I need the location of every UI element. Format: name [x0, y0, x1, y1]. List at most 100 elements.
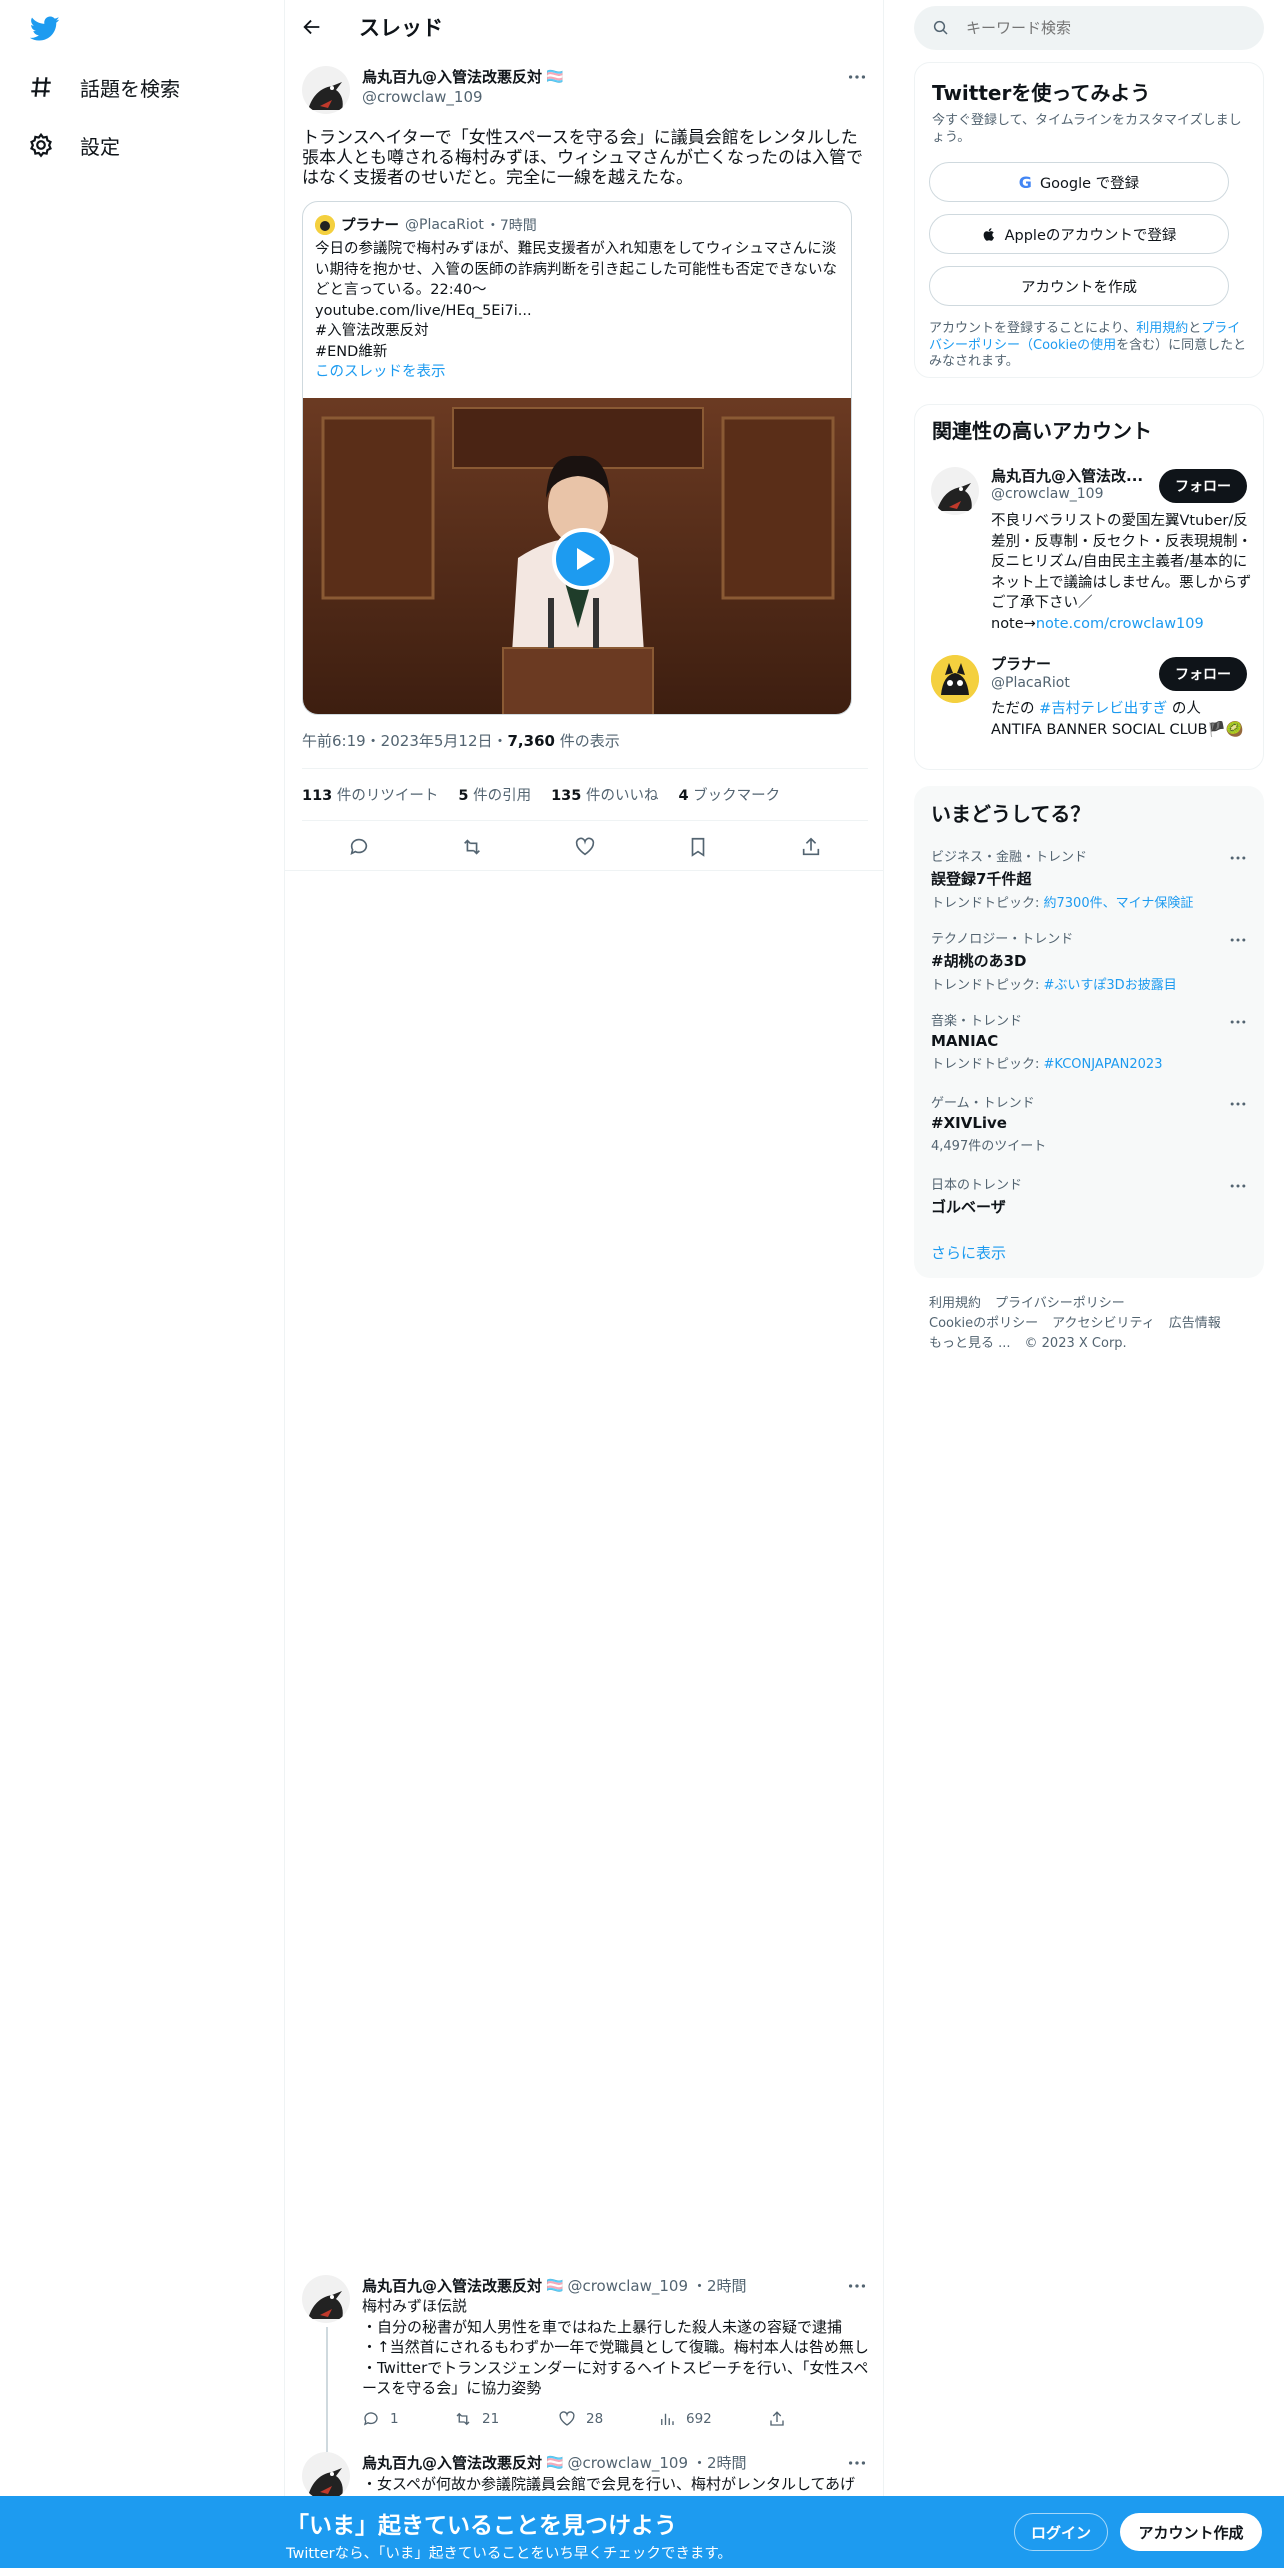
related-bio-link[interactable]: #吉村テレビ出すぎ [1039, 701, 1167, 717]
author-handle[interactable]: @crowclaw_109 [362, 88, 483, 106]
tweet-timestamp[interactable]: 午前6:19・2023年5月12日・ [302, 732, 508, 750]
nav-explore[interactable]: 話題を検索 [28, 59, 180, 115]
play-icon[interactable] [552, 528, 614, 590]
more-icon[interactable] [846, 66, 868, 88]
quote-avatar [315, 214, 335, 235]
video-player[interactable] [303, 398, 851, 714]
right-sidebar: Twitterを使ってみよう 今すぐ登録して、タイムラインをカスタマイズしましょ… [914, 0, 1264, 1400]
related-handle[interactable]: @PlacaRiot [991, 675, 1070, 691]
footer-link[interactable]: Cookieのポリシー [929, 1314, 1038, 1334]
reply-author-name[interactable]: 烏丸百九@入管法改悪反対 [362, 2452, 542, 2473]
reply-avatar[interactable] [302, 2452, 350, 2500]
twitter-logo-icon[interactable] [30, 16, 60, 42]
nav-settings[interactable]: 設定 [28, 117, 120, 173]
quote-stat[interactable]: 5 件の引用 [458, 784, 531, 805]
create-account-button[interactable]: アカウントを作成 [929, 266, 1229, 306]
trend-sub-link[interactable]: 約7300件、マイナ保険証 [1044, 896, 1194, 911]
reply-time[interactable]: ・2時間 [692, 2275, 747, 2296]
related-bio-link[interactable]: note.com/crowclaw109 [1036, 616, 1204, 632]
reply-like-action[interactable]: 28 [558, 2410, 658, 2428]
reply-reply-action[interactable]: 1 [362, 2410, 454, 2428]
bottom-signup-bar: 「いま」起きていることを見つけよう Twitterなら、「いま」起きていることを… [0, 2496, 1284, 2568]
more-icon[interactable] [846, 2275, 868, 2297]
related-name[interactable]: プラナー [991, 653, 1051, 674]
terms-link[interactable]: 利用規約 [1136, 321, 1188, 336]
trend-item[interactable]: テクノロジー・トレンド #胡桃のあ3D トレンドトピック: #ぶいすぽ3Dお披露… [931, 928, 1251, 993]
bookmark-stat[interactable]: 4 ブックマーク [678, 784, 780, 805]
author-name-row[interactable]: 烏丸百九@入管法改悪反対 🏳️‍⚧️ [362, 66, 563, 87]
trend-item[interactable]: ビジネス・金融・トレンド 誤登録7千件超 トレンドトピック: 約7300件、マイ… [931, 846, 1251, 911]
trend-item[interactable]: 日本のトレンド ゴルベーザ [931, 1174, 1251, 1217]
author-avatar[interactable] [302, 66, 350, 114]
more-icon[interactable] [1228, 930, 1250, 952]
related-handle[interactable]: @crowclaw_109 [991, 486, 1104, 502]
show-thread-link[interactable]: このスレッドを表示 [315, 360, 446, 381]
footer-more-link[interactable]: もっと見る ... [929, 1334, 1011, 1354]
like-stat[interactable]: 135 件のいいね [551, 784, 658, 805]
more-icon[interactable] [1228, 1176, 1250, 1198]
reply-views-action[interactable]: 692 [658, 2410, 768, 2428]
bottom-bar-subtitle: Twitterなら、「いま」起きていることをいち早くチェックできます。 [286, 2546, 732, 2562]
like-label: 件のいいね [581, 788, 659, 804]
share-icon[interactable] [800, 836, 822, 858]
related-avatar[interactable] [931, 655, 979, 703]
create-account-label: アカウントを作成 [1021, 279, 1137, 296]
google-signup-button[interactable]: G Google で登録 [929, 162, 1229, 202]
reply-text-line: ・女スペが何故か参議院議員会館で会見を行い、梅村がレンタルしてあげ [362, 2475, 856, 2493]
reply-text-line: ・Twitterでトランスジェンダーに対するヘイトスピーチを行い、「女性スペース… [362, 2358, 869, 2398]
footer-link[interactable]: 利用規約 [929, 1294, 981, 1314]
search-input[interactable] [966, 19, 1246, 37]
retweet-icon[interactable] [461, 836, 483, 858]
footer-link[interactable]: アクセシビリティ [1052, 1314, 1155, 1334]
trend-sub-link[interactable]: #KCONJAPAN2023 [1044, 1057, 1163, 1072]
login-button[interactable]: ログイン [1014, 2513, 1108, 2551]
more-icon[interactable] [1228, 848, 1250, 870]
quoted-tweet[interactable]: プラナー @PlacaRiot ・7時間 今日の参議院で梅村みずほが、難民支援者… [302, 201, 852, 715]
author-name[interactable]: 烏丸百九@入管法改悪反対 [362, 66, 542, 87]
footer-link[interactable]: 広告情報 [1169, 1314, 1221, 1334]
follow-button[interactable]: フォロー [1159, 469, 1247, 503]
trend-item[interactable]: ゲーム・トレンド #XIVLive 4,497件のツイート [931, 1092, 1251, 1154]
signup-subtitle: 今すぐ登録して、タイムラインをカスタマイズしましょう。 [932, 113, 1242, 145]
copyright: © 2023 X Corp. [1024, 1336, 1127, 1351]
divider [302, 768, 868, 769]
retweet-stat[interactable]: 113 件のリツイート [302, 784, 438, 805]
signup-terms: アカウントを登録することにより、利用規約とプライバシーポリシー（Cookieの使… [929, 321, 1249, 371]
reply-avatar[interactable] [302, 2275, 350, 2323]
bookmark-icon[interactable] [687, 836, 709, 858]
reply-icon[interactable] [348, 836, 370, 858]
views-icon [661, 2413, 674, 2425]
show-more-trends[interactable]: さらに表示 [931, 1242, 1006, 1263]
reply-retweet-action[interactable]: 21 [454, 2410, 558, 2428]
more-icon[interactable] [846, 2452, 868, 2474]
more-icon[interactable] [1228, 1012, 1250, 1034]
related-avatar[interactable] [931, 467, 979, 515]
related-name[interactable]: 烏丸百九@入管法改... [991, 465, 1151, 486]
trend-sub-link[interactable]: #ぶいすぽ3Dお披露目 [1044, 978, 1177, 993]
search-bar[interactable] [914, 6, 1264, 50]
google-icon: G [1018, 172, 1032, 192]
trend-sub-text: トレンドトピック: [931, 1057, 1044, 1072]
more-icon[interactable] [1228, 1094, 1250, 1116]
back-arrow-icon[interactable] [301, 16, 323, 38]
like-icon [559, 2411, 575, 2426]
like-icon[interactable] [574, 836, 596, 858]
reply-author-name[interactable]: 烏丸百九@入管法改悪反対 [362, 2275, 542, 2296]
related-accounts-card: 関連性の高いアカウント 烏丸百九@入管法改... @crowclaw_109 フ… [914, 404, 1264, 770]
footer-link[interactable]: プライバシーポリシー [995, 1294, 1125, 1314]
reply-author-handle[interactable]: @crowclaw_109 [567, 2454, 688, 2472]
trend-item[interactable]: 音楽・トレンド MANIAC トレンドトピック: #KCONJAPAN2023 [931, 1010, 1251, 1072]
like-count: 135 [551, 788, 582, 804]
retweet-icon [456, 2412, 470, 2426]
quote-time: ・7時間 [485, 217, 537, 234]
reply-share-action[interactable] [768, 2410, 786, 2428]
signup-button[interactable]: アカウント作成 [1120, 2513, 1262, 2551]
follow-button[interactable]: フォロー [1159, 657, 1247, 691]
apple-signup-label: Appleのアカウントで登録 [1004, 227, 1177, 244]
reply-author-handle[interactable]: @crowclaw_109 [567, 2277, 688, 2295]
reply-time[interactable]: ・2時間 [692, 2452, 747, 2473]
quote-author-row: プラナー @PlacaRiot ・7時間 [315, 214, 537, 235]
trend-name: #胡桃のあ3D [931, 952, 1027, 970]
view-count: 7,360 [507, 732, 555, 750]
apple-signup-button[interactable]: Appleのアカウントで登録 [929, 214, 1229, 254]
